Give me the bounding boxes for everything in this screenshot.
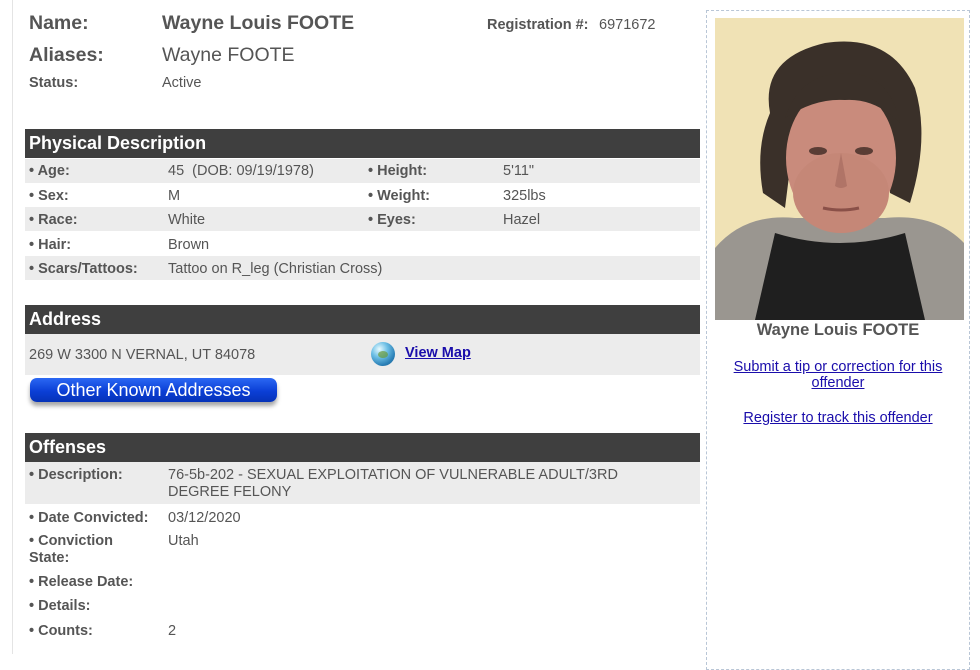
- description-value: 76-5b-202 - SEXUAL EXPLOITATION OF VULNE…: [168, 467, 618, 500]
- eyes-label: • Eyes:: [368, 212, 416, 228]
- conviction-state-value: Utah: [168, 533, 199, 549]
- sex-weight-row: • Sex: M • Weight: 325lbs: [25, 183, 700, 207]
- offender-photo-sidebar: Wayne Louis FOOTE Submit a tip or correc…: [706, 10, 970, 670]
- date-convicted-row: • Date Convicted: 03/12/2020: [25, 504, 700, 529]
- register-track-link[interactable]: Register to track this offender: [707, 410, 969, 426]
- sex-label: • Sex:: [29, 188, 69, 204]
- aliases-value: Wayne FOOTE: [162, 44, 295, 66]
- submit-tip-link[interactable]: Submit a tip or correction for this offe…: [707, 359, 969, 391]
- scars-tattoos-value: Tattoo on R_leg (Christian Cross): [168, 261, 383, 277]
- offenses-header: Offenses: [25, 433, 700, 462]
- address-header: Address: [25, 305, 700, 334]
- conviction-state-label: • Conviction State:: [29, 533, 114, 566]
- date-convicted-value: 03/12/2020: [168, 510, 241, 526]
- counts-label: • Counts:: [29, 623, 93, 639]
- scars-tattoos-row: • Scars/Tattoos: Tattoo on R_leg (Christ…: [25, 256, 700, 280]
- registration-label: Registration #:: [487, 17, 589, 33]
- physical-description-header: Physical Description: [25, 129, 700, 158]
- conviction-state-row: • Conviction State: Utah: [25, 529, 700, 571]
- date-convicted-label: • Date Convicted:: [29, 510, 149, 526]
- other-known-addresses-button[interactable]: Other Known Addresses: [30, 378, 277, 402]
- scars-tattoos-label: • Scars/Tattoos:: [29, 261, 138, 277]
- name-label: Name:: [29, 12, 89, 34]
- offender-photo: [715, 18, 964, 320]
- address-row: 269 W 3300 N VERNAL, UT 84078: [25, 334, 700, 375]
- race-eyes-row: • Race: White • Eyes: Hazel: [25, 207, 700, 231]
- address-value: 269 W 3300 N VERNAL, UT 84078: [29, 347, 256, 363]
- status-value: Active: [162, 75, 202, 91]
- counts-row: • Counts: 2: [25, 619, 700, 643]
- offender-photo-image: [715, 18, 964, 320]
- registration-number: 6971672: [599, 17, 656, 33]
- offender-name: Wayne Louis FOOTE: [162, 12, 355, 34]
- eyes-value: Hazel: [503, 212, 541, 228]
- age-height-row: • Age: 45 (DOB: 09/19/1978) • Height: 5'…: [25, 159, 700, 183]
- height-label: • Height:: [368, 163, 428, 179]
- hair-label: • Hair:: [29, 237, 72, 253]
- details-row: • Details:: [25, 595, 700, 619]
- hair-row: • Hair: Brown: [25, 231, 700, 256]
- age-value: 45 (DOB: 09/19/1978): [168, 163, 314, 179]
- status-label: Status:: [29, 75, 79, 91]
- height-value: 5'11": [503, 163, 535, 179]
- globe-icon[interactable]: [371, 342, 395, 366]
- weight-value: 325lbs: [503, 188, 546, 204]
- description-row: • Description: 76-5b-202 - SEXUAL EXPLOI…: [25, 462, 700, 504]
- sex-value: M: [168, 188, 181, 204]
- description-label: • Description:: [29, 467, 123, 483]
- hair-value: Brown: [168, 237, 210, 253]
- race-label: • Race:: [29, 212, 78, 228]
- weight-label: • Weight:: [368, 188, 430, 204]
- view-map-link[interactable]: View Map: [405, 345, 471, 361]
- age-label: • Age:: [29, 163, 70, 179]
- counts-value: 2: [168, 623, 177, 639]
- release-date-label: • Release Date:: [29, 574, 134, 590]
- race-value: White: [168, 212, 206, 228]
- details-label: • Details:: [29, 598, 91, 614]
- release-date-row: • Release Date:: [25, 571, 700, 595]
- left-border-rule: [12, 0, 13, 654]
- photo-caption-name: Wayne Louis FOOTE: [756, 321, 920, 339]
- aliases-label: Aliases:: [29, 44, 104, 66]
